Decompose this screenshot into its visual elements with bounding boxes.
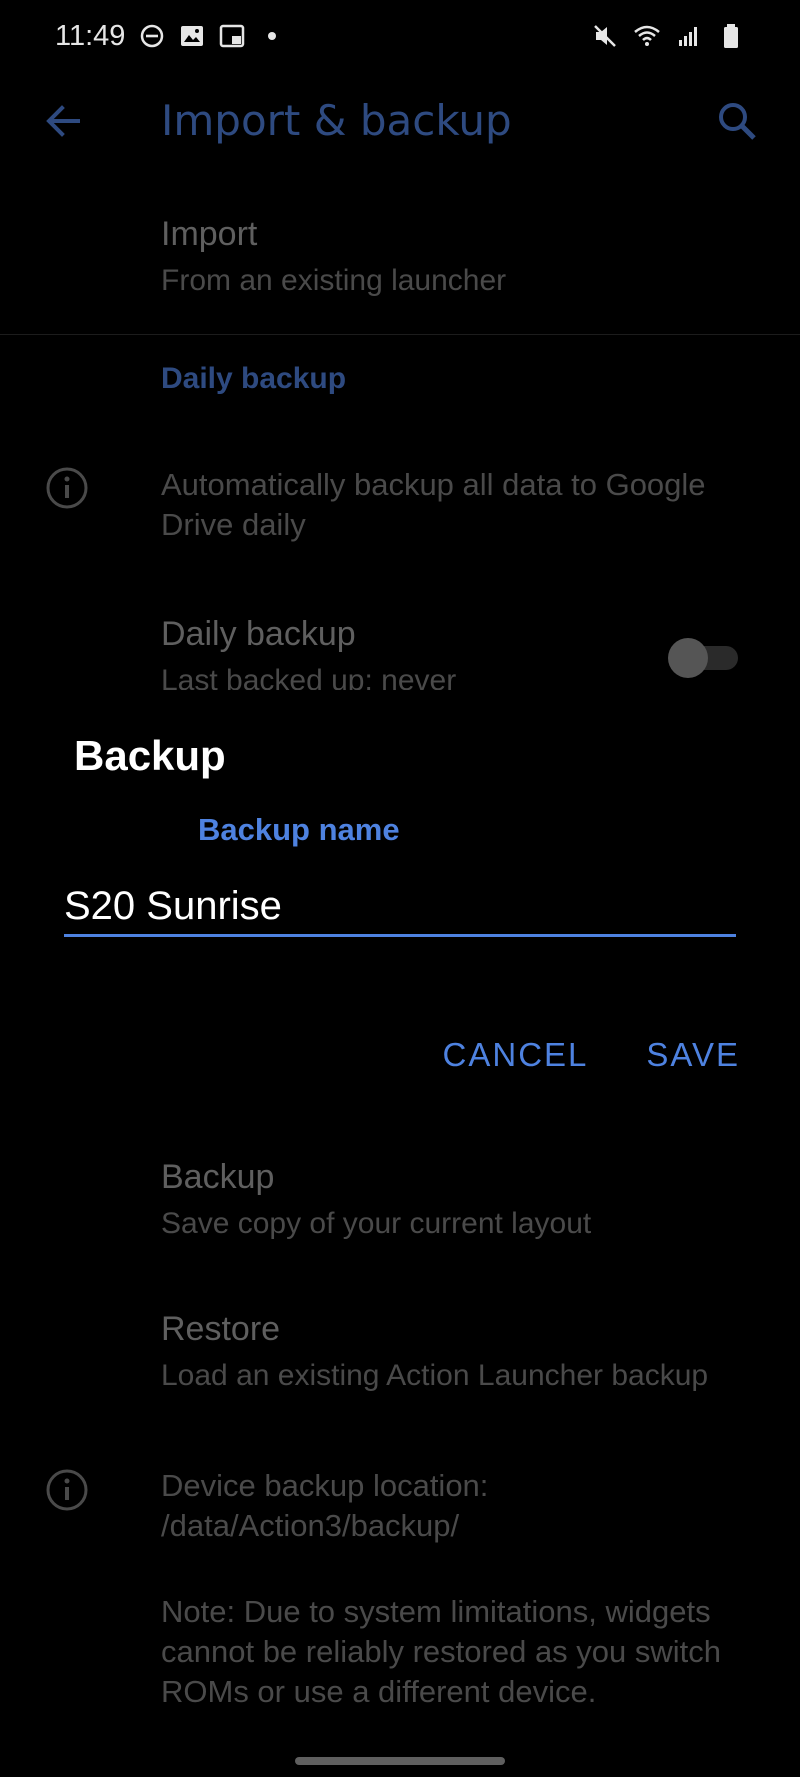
restore-summary: Load an existing Action Launcher backup [161, 1359, 709, 1392]
navigation-handle[interactable] [295, 1757, 505, 1765]
daily-backup-pref[interactable]: Daily backup Last backed up: never [161, 615, 660, 698]
arrow-back-icon[interactable] [38, 96, 88, 146]
backup-name-input[interactable] [64, 878, 736, 937]
backup-dialog: Backup Backup name CANCEL SAVE [0, 690, 800, 1080]
divider [0, 334, 800, 335]
mute-icon [591, 22, 619, 50]
backup-pref[interactable]: Backup Save copy of your current layout [161, 1158, 780, 1241]
search-icon[interactable] [712, 96, 762, 146]
toggle-thumb [668, 638, 708, 678]
do-not-disturb-icon [138, 22, 166, 50]
backup-name-label: Backup name [198, 812, 400, 847]
wifi-icon [633, 22, 661, 50]
cancel-button[interactable]: CANCEL [443, 1036, 589, 1074]
status-bar: 11:49 [0, 0, 800, 76]
backup-location-info: Device backup location: /data/Action3/ba… [161, 1468, 489, 1543]
import-summary: From an existing launcher [161, 264, 507, 297]
daily-backup-toggle[interactable] [668, 638, 740, 678]
gallery-icon [178, 22, 206, 50]
app-bar: Import & backup [0, 76, 800, 176]
signal-icon [675, 22, 703, 50]
import-pref[interactable]: Import From an existing launcher [161, 215, 780, 298]
page-title: Import & backup [161, 96, 512, 145]
status-icons-right [591, 22, 745, 50]
daily-backup-info: Automatically backup all data to Google … [161, 467, 706, 542]
screenshot-icon [218, 22, 246, 50]
status-icons-left [138, 22, 286, 50]
info-icon [44, 465, 90, 511]
section-header-daily-backup: Daily backup [161, 362, 347, 395]
daily-backup-title: Daily backup [161, 615, 356, 653]
note-info: Note: Due to system limitations, widgets… [161, 1594, 722, 1709]
dialog-title: Backup [74, 732, 226, 779]
battery-icon [717, 22, 745, 50]
dot-icon [258, 22, 286, 50]
import-title: Import [161, 215, 258, 253]
restore-pref[interactable]: Restore Load an existing Action Launcher… [161, 1310, 780, 1393]
backup-title: Backup [161, 1158, 275, 1196]
info-icon [44, 1467, 90, 1513]
dialog-actions: CANCEL SAVE [443, 1036, 740, 1074]
restore-title: Restore [161, 1310, 281, 1348]
status-time: 11:49 [55, 20, 126, 52]
backup-summary: Save copy of your current layout [161, 1207, 592, 1240]
save-button[interactable]: SAVE [646, 1036, 740, 1074]
